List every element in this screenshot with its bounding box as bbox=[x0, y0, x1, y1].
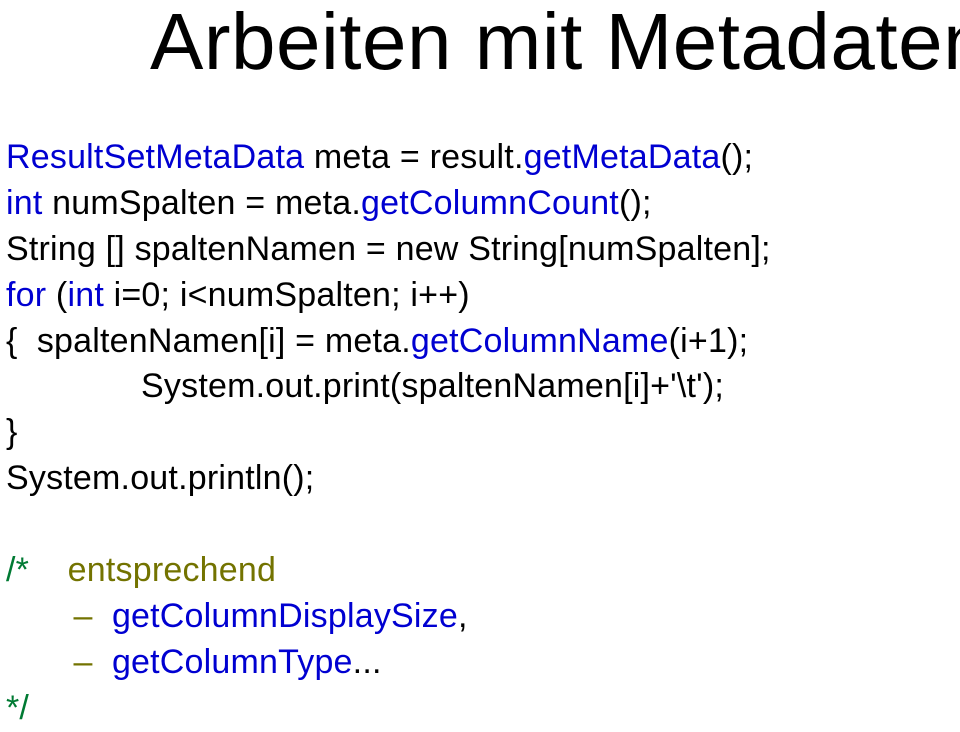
code-text: System.out.println(); bbox=[6, 459, 314, 497]
method-getcolumnname: getColumnName bbox=[411, 322, 669, 360]
type-resultsetmetadata: ResultSetMetaData bbox=[6, 138, 304, 176]
keyword-int: int bbox=[6, 184, 43, 222]
comment-start: /* bbox=[6, 551, 29, 589]
code-text: ... bbox=[353, 643, 382, 681]
comment-bullet: – bbox=[6, 597, 112, 635]
comment-bullet: – bbox=[6, 643, 112, 681]
method-getcolumndisplaysize: getColumnDisplaySize bbox=[112, 597, 458, 635]
comment-text: entsprechend bbox=[29, 551, 276, 589]
code-text: numSpalten = meta. bbox=[43, 184, 361, 222]
code-text: ( bbox=[46, 276, 67, 314]
code-block: ResultSetMetaData meta = result.getMetaD… bbox=[6, 135, 954, 732]
code-text: (); bbox=[720, 138, 753, 176]
code-text: i=0; i<numSpalten; i++) bbox=[104, 276, 470, 314]
code-text: { spaltenNamen[i] = meta. bbox=[6, 322, 411, 360]
code-text: (); bbox=[619, 184, 652, 222]
code-text: (i+1); bbox=[669, 322, 749, 360]
code-text: System.out.print(spaltenNamen[i]+'\t'); bbox=[6, 367, 724, 405]
slide: Arbeiten mit Metadaten ResultSetMetaData… bbox=[0, 0, 960, 723]
code-text: meta = result. bbox=[304, 138, 523, 176]
slide-title: Arbeiten mit Metadaten bbox=[150, 0, 952, 84]
method-getcolumntype: getColumnType bbox=[112, 643, 353, 681]
keyword-int: int bbox=[67, 276, 104, 314]
code-text: String [] spaltenNamen = new String[numS… bbox=[6, 230, 771, 268]
method-getmetadata: getMetaData bbox=[524, 138, 721, 176]
code-text: } bbox=[6, 413, 18, 451]
code-text: , bbox=[458, 597, 468, 635]
comment-end: */ bbox=[6, 689, 29, 727]
keyword-for: for bbox=[6, 276, 46, 314]
method-getcolumncount: getColumnCount bbox=[361, 184, 619, 222]
